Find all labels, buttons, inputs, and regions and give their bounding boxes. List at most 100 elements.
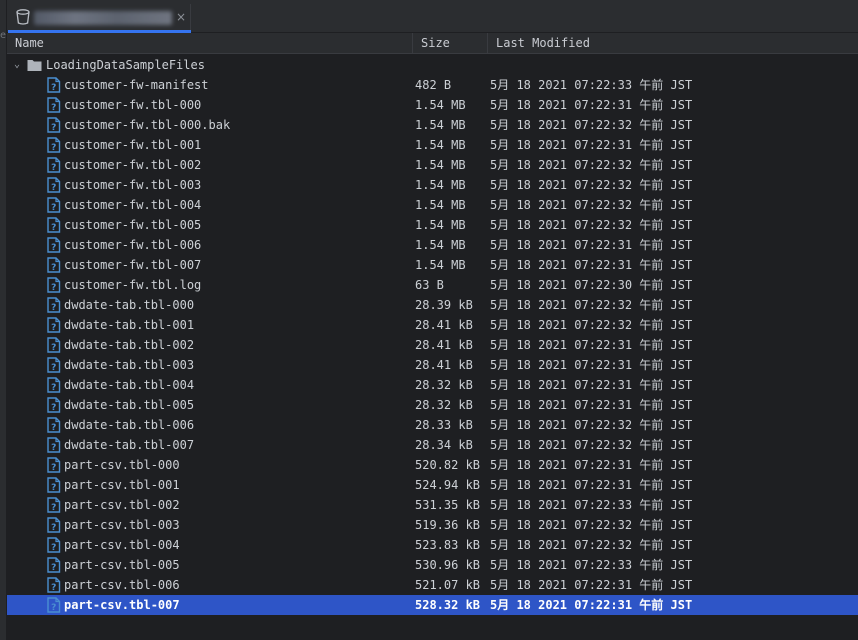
file-last-modified: 5月 18 2021 07:22:32 午前 JST: [490, 418, 693, 432]
file-size: 28.41 kB: [415, 338, 473, 352]
table-row[interactable]: ? customer-fw-manifest 482 B 5月 18 2021 07:…: [7, 75, 858, 95]
svg-text:?: ?: [51, 383, 56, 393]
file-size: 1.54 MB: [415, 138, 466, 152]
table-row[interactable]: ? part-csv.tbl-005 530.96 kB 5月 18 2021 07:…: [7, 555, 858, 575]
table-row[interactable]: ? dwdate-tab.tbl-006 28.33 kB 5月 18 2021 07…: [7, 415, 858, 435]
table-row[interactable]: ? dwdate-tab.tbl-000 28.39 kB 5月 18 2021 07…: [7, 295, 858, 315]
svg-text:?: ?: [51, 523, 56, 533]
table-row[interactable]: ? part-csv.tbl-002 531.35 kB 5月 18 2021 07:…: [7, 495, 858, 515]
file-name: dwdate-tab.tbl-001: [64, 318, 195, 332]
file-size: 28.39 kB: [415, 298, 473, 312]
unknown-file-icon: ?: [47, 197, 61, 213]
folder-row[interactable]: ⌄ LoadingDataSampleFiles: [7, 55, 858, 75]
file-size: 1.54 MB: [415, 238, 466, 252]
svg-text:?: ?: [51, 423, 56, 433]
table-row[interactable]: ? dwdate-tab.tbl-005 28.32 kB 5月 18 2021 07…: [7, 395, 858, 415]
svg-text:?: ?: [51, 83, 56, 93]
file-name: part-csv.tbl-003: [64, 518, 180, 532]
svg-text:?: ?: [51, 203, 56, 213]
table-row[interactable]: ? part-csv.tbl-003 519.36 kB 5月 18 2021 07:…: [7, 515, 858, 535]
table-row[interactable]: ? customer-fw.tbl-000 1.54 MB 5月 18 2021 07…: [7, 95, 858, 115]
file-last-modified: 5月 18 2021 07:22:31 午前 JST: [490, 238, 693, 252]
file-size: 63 B: [415, 278, 444, 292]
left-tool-strip: e: [0, 0, 7, 640]
unknown-file-icon: ?: [47, 77, 61, 93]
table-row[interactable]: ? dwdate-tab.tbl-003 28.41 kB 5月 18 2021 07…: [7, 355, 858, 375]
table-row[interactable]: ? dwdate-tab.tbl-001 28.41 kB 5月 18 2021 07…: [7, 315, 858, 335]
file-name: customer-fw.tbl-003: [64, 178, 202, 192]
unknown-file-icon: ?: [47, 597, 61, 613]
file-size: 1.54 MB: [415, 98, 466, 112]
table-row[interactable]: ? customer-fw.tbl-004 1.54 MB 5月 18 2021 07…: [7, 195, 858, 215]
file-size: 521.07 kB: [415, 578, 481, 592]
table-row[interactable]: ? customer-fw.tbl-005 1.54 MB 5月 18 2021 07…: [7, 215, 858, 235]
table-row[interactable]: ? dwdate-tab.tbl-007 28.34 kB 5月 18 2021 07…: [7, 435, 858, 455]
file-last-modified: 5月 18 2021 07:22:32 午前 JST: [490, 158, 693, 172]
file-last-modified: 5月 18 2021 07:22:31 午前 JST: [490, 138, 693, 152]
file-name: part-csv.tbl-006: [64, 578, 180, 592]
table-row[interactable]: ? part-csv.tbl-001 524.94 kB 5月 18 2021 07:…: [7, 475, 858, 495]
table-row[interactable]: ? dwdate-tab.tbl-002 28.41 kB 5月 18 2021 07…: [7, 335, 858, 355]
svg-text:?: ?: [51, 563, 56, 573]
file-size: 28.32 kB: [415, 378, 473, 392]
file-name: dwdate-tab.tbl-004: [64, 378, 195, 392]
table-row[interactable]: ? customer-fw.tbl-006 1.54 MB 5月 18 2021 07…: [7, 235, 858, 255]
svg-text:?: ?: [51, 103, 56, 113]
file-last-modified: 5月 18 2021 07:22:31 午前 JST: [490, 398, 693, 412]
svg-text:?: ?: [51, 603, 56, 613]
table-row[interactable]: ? customer-fw.tbl.log 63 B 5月 18 2021 07:22…: [7, 275, 858, 295]
table-row[interactable]: ? customer-fw.tbl-000.bak 1.54 MB 5月 18 202…: [7, 115, 858, 135]
column-header-name[interactable]: Name: [7, 33, 411, 54]
chevron-down-icon[interactable]: ⌄: [11, 55, 23, 75]
table-row[interactable]: ? part-csv.tbl-004 523.83 kB 5月 18 2021 07:…: [7, 535, 858, 555]
tab-title-redacted: [34, 11, 172, 25]
close-icon[interactable]: ×: [174, 10, 188, 24]
file-last-modified: 5月 18 2021 07:22:32 午前 JST: [490, 178, 693, 192]
svg-text:?: ?: [51, 583, 56, 593]
unknown-file-icon: ?: [47, 97, 61, 113]
file-name: dwdate-tab.tbl-000: [64, 298, 195, 312]
file-size: 524.94 kB: [415, 478, 481, 492]
file-name: dwdate-tab.tbl-005: [64, 398, 195, 412]
unknown-file-icon: ?: [47, 237, 61, 253]
table-row[interactable]: ? part-csv.tbl-006 521.07 kB 5月 18 2021 07:…: [7, 575, 858, 595]
unknown-file-icon: ?: [47, 517, 61, 533]
unknown-file-icon: ?: [47, 117, 61, 133]
unknown-file-icon: ?: [47, 417, 61, 433]
column-header-last-modified[interactable]: Last Modified: [487, 33, 858, 54]
file-last-modified: 5月 18 2021 07:22:31 午前 JST: [490, 378, 693, 392]
tab-bucket-browser[interactable]: ×: [8, 4, 191, 33]
file-last-modified: 5月 18 2021 07:22:32 午前 JST: [490, 118, 693, 132]
table-row[interactable]: ? part-csv.tbl-000 520.82 kB 5月 18 2021 07:…: [7, 455, 858, 475]
file-size: 28.41 kB: [415, 318, 473, 332]
svg-text:?: ?: [51, 303, 56, 313]
bucket-icon: [16, 9, 30, 25]
table-row[interactable]: ? customer-fw.tbl-002 1.54 MB 5月 18 2021 07…: [7, 155, 858, 175]
file-size: 1.54 MB: [415, 218, 466, 232]
unknown-file-icon: ?: [47, 397, 61, 413]
column-header-size[interactable]: Size: [412, 33, 487, 54]
file-size: 1.54 MB: [415, 118, 466, 132]
file-last-modified: 5月 18 2021 07:22:32 午前 JST: [490, 438, 693, 452]
table-row[interactable]: ? part-csv.tbl-007 528.32 kB 5月 18 2021 07:…: [7, 595, 858, 615]
table-row[interactable]: ? dwdate-tab.tbl-004 28.32 kB 5月 18 2021 07…: [7, 375, 858, 395]
file-name: customer-fw.tbl-002: [64, 158, 202, 172]
file-size: 28.41 kB: [415, 358, 473, 372]
file-last-modified: 5月 18 2021 07:22:33 午前 JST: [490, 498, 693, 512]
svg-text:?: ?: [51, 323, 56, 333]
file-size: 528.32 kB: [415, 598, 481, 612]
table-row[interactable]: ? customer-fw.tbl-007 1.54 MB 5月 18 2021 07…: [7, 255, 858, 275]
unknown-file-icon: ?: [47, 537, 61, 553]
table-row[interactable]: ? customer-fw.tbl-001 1.54 MB 5月 18 2021 07…: [7, 135, 858, 155]
file-last-modified: 5月 18 2021 07:22:32 午前 JST: [490, 298, 693, 312]
svg-text:?: ?: [51, 163, 56, 173]
unknown-file-icon: ?: [47, 217, 61, 233]
folder-name: LoadingDataSampleFiles: [46, 58, 205, 72]
file-size: 1.54 MB: [415, 198, 466, 212]
file-last-modified: 5月 18 2021 07:22:32 午前 JST: [490, 218, 693, 232]
file-size: 530.96 kB: [415, 558, 481, 572]
svg-text:?: ?: [51, 243, 56, 253]
file-size: 531.35 kB: [415, 498, 481, 512]
unknown-file-icon: ?: [47, 457, 61, 473]
table-row[interactable]: ? customer-fw.tbl-003 1.54 MB 5月 18 2021 07…: [7, 175, 858, 195]
